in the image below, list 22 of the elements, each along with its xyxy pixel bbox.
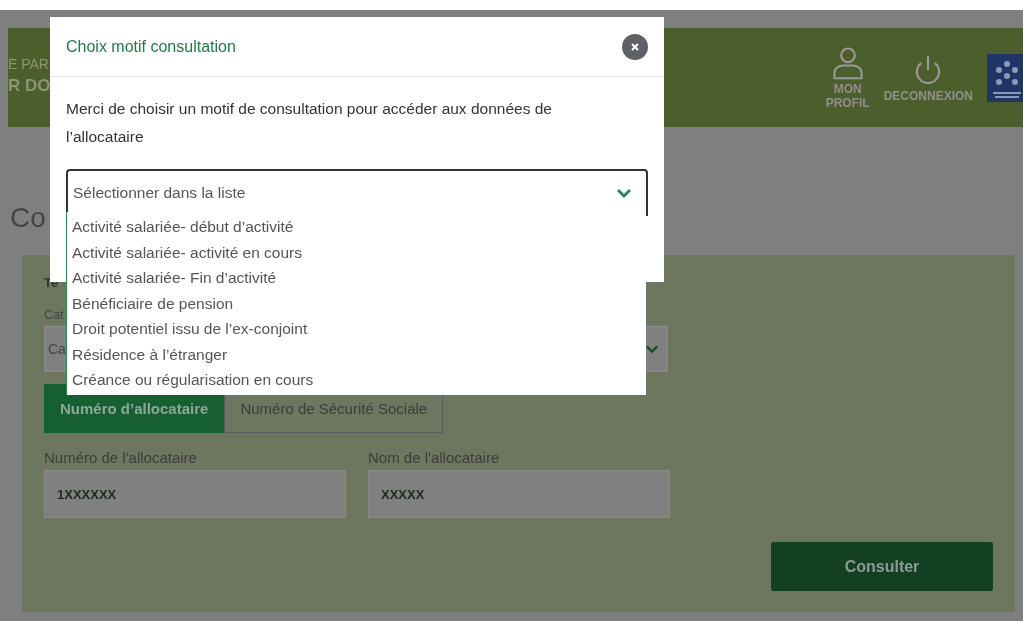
- close-icon: [630, 41, 640, 52]
- input-field[interactable]: XXXXX: [368, 470, 670, 518]
- field-label: Nom de l'allocataire: [368, 449, 501, 466]
- dropdown-option[interactable]: Activité salariée- activité en cours: [67, 239, 646, 265]
- dropdown-option[interactable]: Résidence à l’étranger: [67, 341, 646, 367]
- dialog-message: Merci de choisir un motif de consultation pour accéder aux données de l’allocataire: [66, 99, 553, 147]
- header-title-text: R DO: [8, 75, 51, 96]
- field-label: Numéro de l'allocataire: [44, 449, 198, 466]
- logo-icon: [987, 52, 1023, 103]
- chevron-down-icon: [616, 187, 632, 198]
- dropdown-option[interactable]: Droit potentiel issu de l’ex-conjoint: [67, 316, 646, 342]
- dropdown-option[interactable]: Activité salariée- début d’activité: [67, 214, 646, 240]
- page-heading: Co: [10, 202, 46, 234]
- header-title-text: E PAR: [8, 55, 50, 72]
- dropdown-option[interactable]: Activité salariée- Fin d’activité: [67, 265, 646, 291]
- user-icon: [830, 45, 865, 80]
- dialog-title: Choix motif consultation: [66, 37, 236, 56]
- input-field[interactable]: 1XXXXXX: [44, 470, 346, 518]
- close-button[interactable]: [622, 33, 648, 60]
- dropdown-option[interactable]: Bénéficiaire de pension: [67, 290, 646, 316]
- consult-button[interactable]: Consulter: [771, 542, 993, 591]
- chevron-down-icon: [645, 344, 659, 354]
